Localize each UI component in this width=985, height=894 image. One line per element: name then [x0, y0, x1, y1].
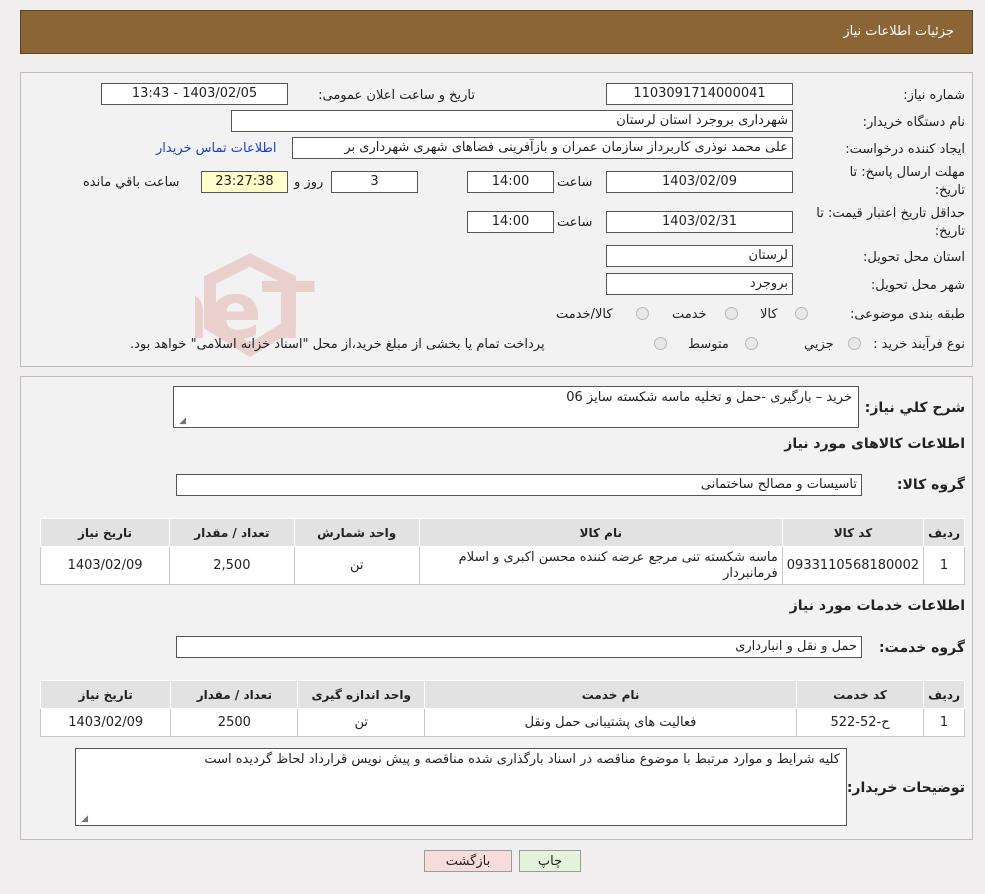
cell-code: ح-52-522	[795, 708, 925, 737]
buyer-org-field: شهرداری بروجرد استان لرستان	[231, 110, 793, 132]
days-label: روز و	[294, 175, 324, 190]
buyer-notes-text: کلیه شرایط و موارد مرتبط با موضوع مناقصه…	[204, 752, 840, 767]
col-name: نام کالا	[418, 518, 783, 547]
buyer-org-label: نام دستگاه خریدار:	[862, 115, 965, 130]
col-code: کد خدمت	[795, 680, 925, 709]
cell-code: 0933110568180002	[781, 546, 925, 585]
cell-unit: تن	[297, 708, 426, 737]
creator-field: علی محمد نوذری کاربرداز سازمان عمران و ب…	[292, 137, 793, 159]
province-label: استان محل تحویل:	[863, 250, 965, 265]
cell-index: 1	[923, 708, 965, 737]
remaining-label: ساعت باقي مانده	[83, 175, 180, 190]
process-option-medium: متوسط	[688, 337, 729, 352]
category-option-service: خدمت	[672, 307, 707, 322]
need-number-label: شماره نیاز:	[903, 88, 965, 103]
goods-section-title: اطلاعات کالاهای مورد نیاز	[784, 436, 965, 452]
services-table-header: ردیف کد خدمت نام خدمت واحد اندازه گیری ت…	[39, 680, 965, 709]
deadline-label: مهلت ارسال پاسخ: تا	[849, 165, 965, 180]
services-group-field: حمل و نقل و انبارداری	[176, 636, 862, 658]
validity-time-field: 14:00	[467, 211, 554, 233]
goods-table-header: ردیف کد کالا نام کالا واحد شمارش تعداد /…	[39, 518, 965, 547]
cell-qty: 2500	[170, 708, 299, 737]
days-field: 3	[331, 171, 418, 193]
validity-time-label: ساعت	[557, 215, 593, 230]
announce-field: 1403/02/05 - 13:43	[101, 83, 288, 105]
process-label: نوع فرآیند خرید :	[873, 337, 965, 352]
category-radio-goods[interactable]	[795, 307, 808, 320]
table-row: 1 ح-52-522 فعالیت های پشتیبانی حمل ونقل …	[39, 708, 965, 737]
process-note: پرداخت تمام یا بخشی از مبلغ خرید،از محل …	[130, 337, 545, 352]
col-date: تاریخ نیاز	[39, 518, 171, 547]
back-button[interactable]: بازگشت	[424, 850, 512, 872]
city-label: شهر محل تحویل:	[870, 278, 965, 293]
col-code: کد کالا	[781, 518, 925, 547]
table-row: 1 0933110568180002 ماسه شکسته تنی مرجع ع…	[39, 546, 965, 585]
col-name: نام خدمت	[424, 680, 797, 709]
services-section-title: اطلاعات خدمات مورد نیاز	[789, 598, 965, 614]
process-radio-minor[interactable]	[848, 337, 861, 350]
goods-table: ردیف کد کالا نام کالا واحد شمارش تعداد /…	[39, 518, 965, 585]
col-qty: تعداد / مقدار	[170, 680, 299, 709]
page-title: جزئیات اطلاعات نیاز	[843, 24, 954, 39]
announce-label: تاریخ و ساعت اعلان عمومی:	[318, 88, 475, 103]
print-button[interactable]: چاپ	[519, 850, 581, 872]
province-field: لرستان	[606, 245, 793, 267]
category-radio-service[interactable]	[725, 307, 738, 320]
buyer-notes-field: کلیه شرایط و موارد مرتبط با موضوع مناقصه…	[75, 748, 847, 826]
city-field: بروجرد	[606, 273, 793, 295]
description-text: خرید – بارگیری -حمل و تخلیه ماسه شکسته س…	[566, 390, 852, 405]
category-label: طبقه بندی موضوعی:	[849, 307, 965, 322]
col-qty: تعداد / مقدار	[169, 518, 295, 547]
cell-qty: 2,500	[169, 546, 295, 585]
validity-date-field: 1403/02/31	[606, 211, 793, 233]
col-date: تاریخ نیاز	[39, 680, 172, 709]
process-option-minor: جزیي	[804, 337, 834, 352]
deadline-label-date: تاریخ:	[934, 183, 965, 198]
remaining-time-field: 23:27:38	[201, 171, 288, 193]
process-radio-treasury[interactable]	[654, 337, 667, 350]
contact-buyer-link[interactable]: اطلاعات تماس خریدار	[156, 141, 276, 156]
resize-grip-icon[interactable]: ◢	[78, 814, 88, 824]
services-table: ردیف کد خدمت نام خدمت واحد اندازه گیری ت…	[39, 680, 965, 737]
validity-label-date: تاریخ:	[934, 224, 965, 239]
category-option-goods: کالا	[760, 307, 778, 322]
deadline-time-field: 14:00	[467, 171, 554, 193]
cell-unit: تن	[293, 546, 420, 585]
deadline-time-label: ساعت	[557, 175, 593, 190]
goods-group-field: تاسیسات و مصالح ساختمانی	[176, 474, 862, 496]
goods-group-label: گروه کالا:	[896, 477, 965, 493]
description-label: شرح کلي نیاز:	[864, 400, 965, 416]
cell-index: 1	[923, 546, 965, 585]
col-unit: واحد شمارش	[293, 518, 420, 547]
buyer-notes-label: توضیحات خریدار:	[846, 780, 965, 796]
cell-date: 1403/02/09	[39, 708, 172, 737]
creator-label: ایجاد کننده درخواست:	[845, 142, 965, 157]
page-header: جزئیات اطلاعات نیاز	[20, 10, 973, 54]
cell-name: فعالیت های پشتیبانی حمل ونقل	[424, 708, 797, 737]
col-index: ردیف	[923, 680, 965, 709]
services-group-label: گروه خدمت:	[879, 640, 965, 656]
resize-grip-icon[interactable]: ◢	[176, 416, 186, 426]
category-radio-goods-service[interactable]	[636, 307, 649, 320]
description-field: خرید – بارگیری -حمل و تخلیه ماسه شکسته س…	[173, 386, 859, 428]
cell-date: 1403/02/09	[39, 546, 171, 585]
col-unit: واحد اندازه گیری	[297, 680, 426, 709]
validity-label: حداقل تاریخ اعتبار قیمت: تا	[816, 206, 965, 221]
col-index: ردیف	[923, 518, 965, 547]
category-option-goods-service: کالا/خدمت	[556, 307, 613, 322]
process-radio-medium[interactable]	[745, 337, 758, 350]
deadline-date-field: 1403/02/09	[606, 171, 793, 193]
cell-name: ماسه شکسته تنی مرجع عرضه کننده محسن اکبر…	[418, 546, 783, 585]
need-number-field: 1103091714000041	[606, 83, 793, 105]
